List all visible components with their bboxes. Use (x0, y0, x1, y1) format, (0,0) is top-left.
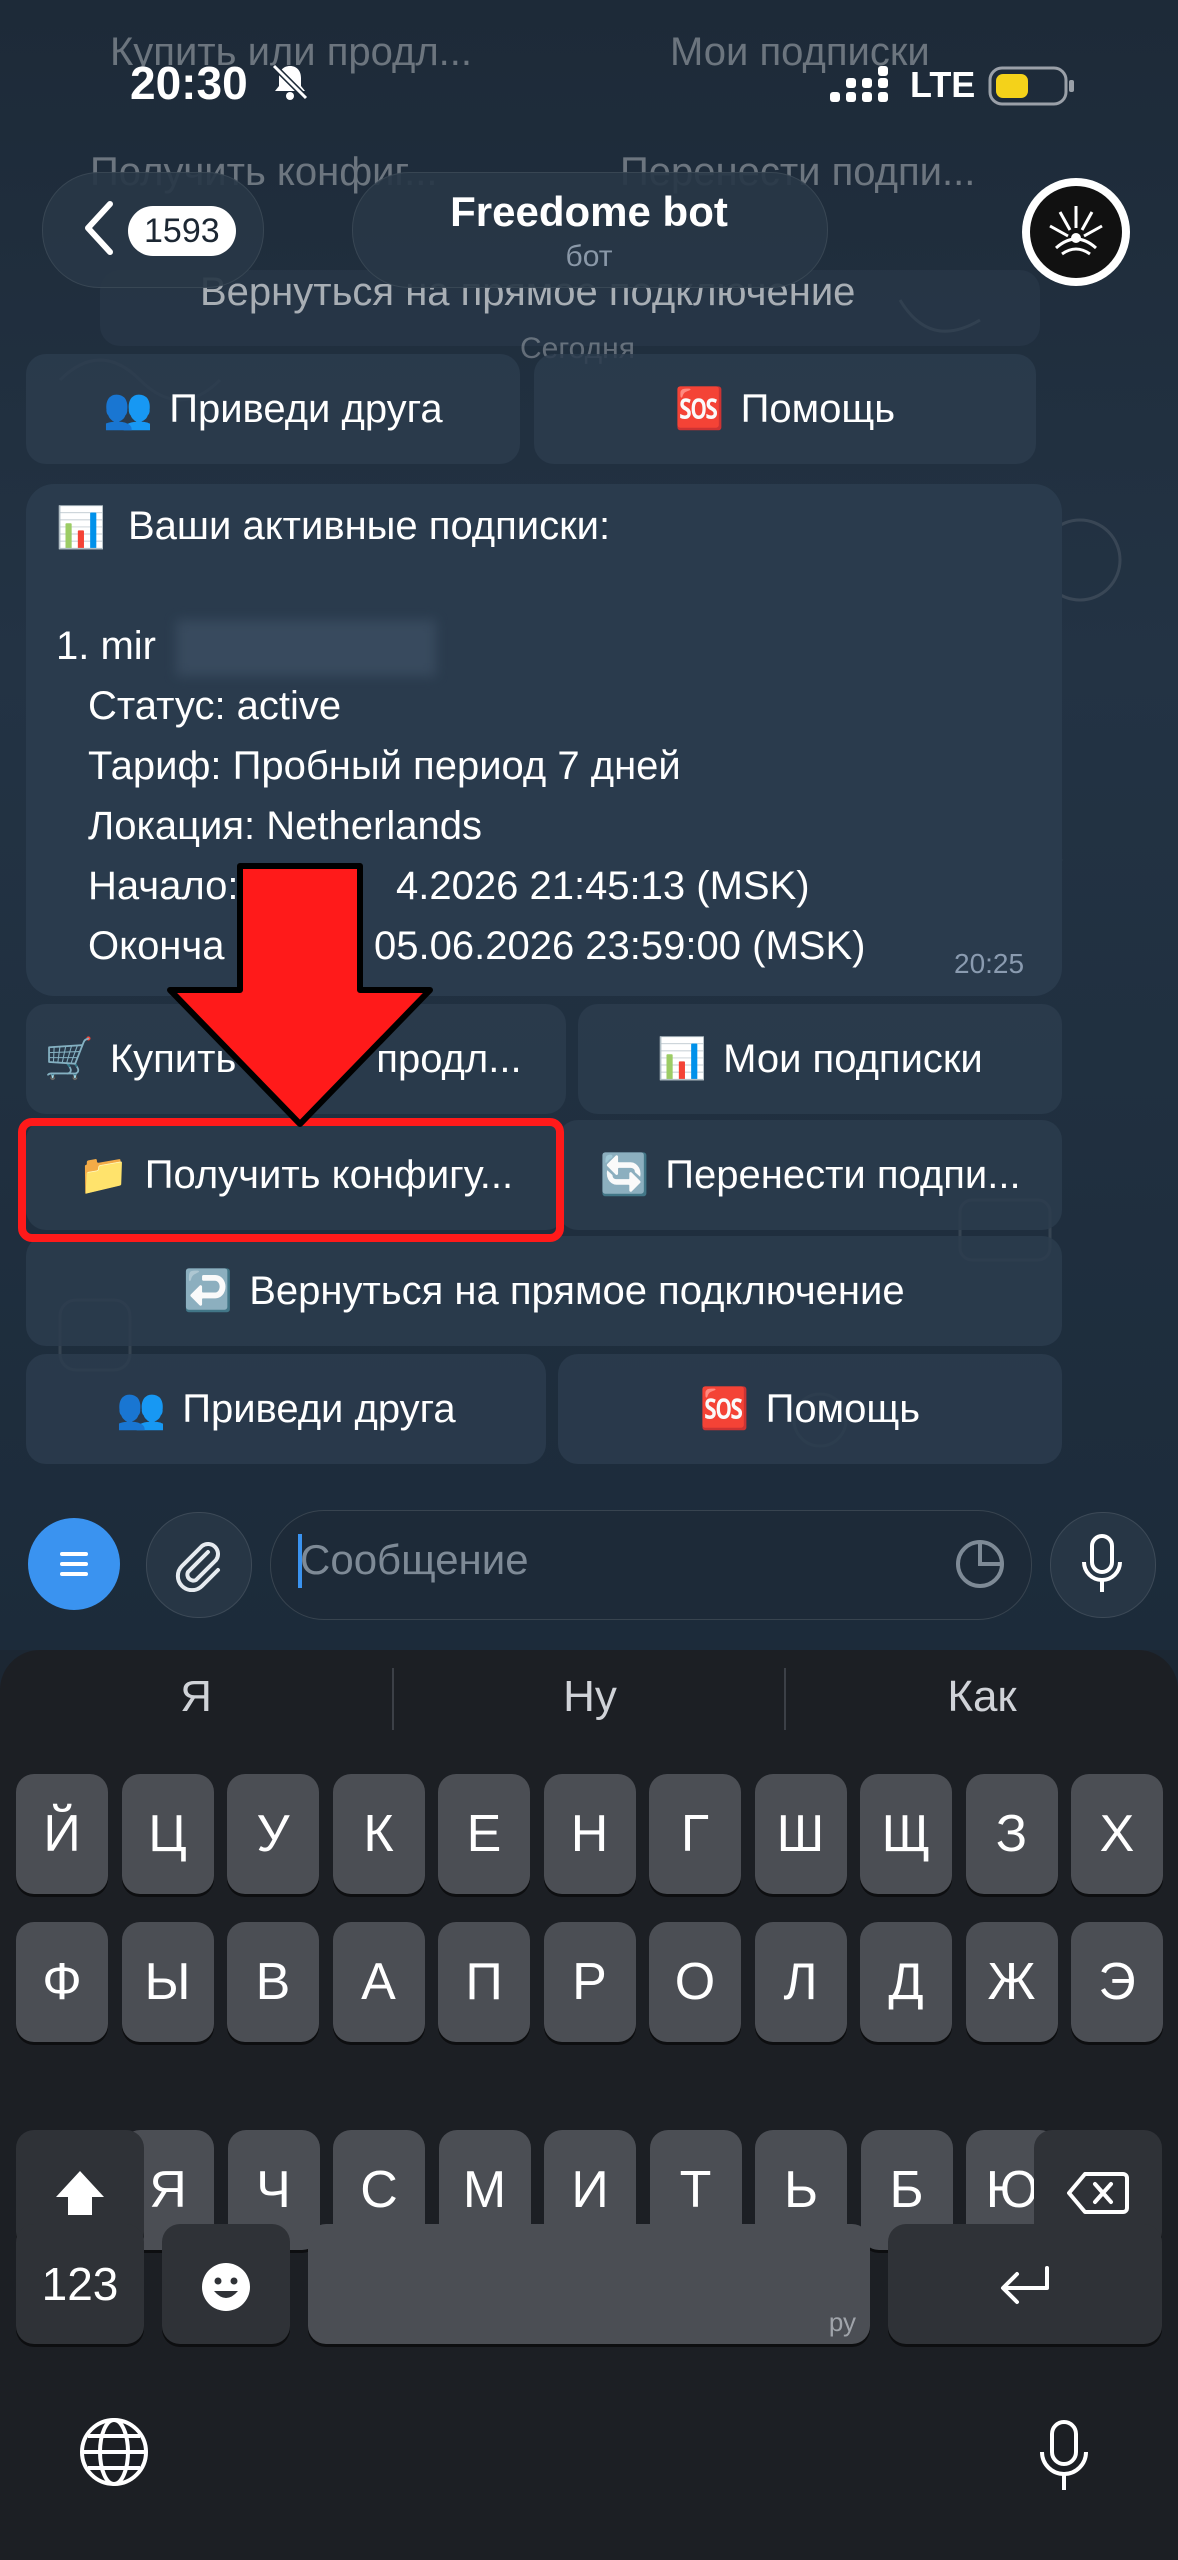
key-row1-7[interactable]: Ш (754, 1774, 847, 1894)
subscription-tariff: Тариф: Пробный период 7 дней (88, 744, 681, 788)
invite-friend-button[interactable]: 👥 Приведи друга (26, 1354, 546, 1464)
annotation-arrow-icon (167, 863, 433, 1127)
key-row2-9[interactable]: Ж (965, 1922, 1058, 2042)
return-direct-button[interactable]: ↩️ Вернуться на прямое подключение (26, 1236, 1062, 1346)
sticker-icon[interactable] (950, 1534, 1010, 1594)
return-arrow-icon: ↩️ (183, 1269, 234, 1313)
key-row1-2[interactable]: У (227, 1774, 319, 1894)
chart-icon: 📊 (657, 1037, 708, 1081)
key-row2-0[interactable]: Ф (16, 1922, 108, 2042)
key-row1-10[interactable]: Х (1071, 1774, 1163, 1894)
cart-icon: 🛒 (44, 1037, 94, 1081)
people-icon: 👥 (116, 1387, 167, 1431)
key-row1-9[interactable]: З (965, 1774, 1058, 1894)
transfer-subscription-button[interactable]: 🔄 Перенести подпи... (558, 1120, 1062, 1230)
key-row1-1[interactable]: Ц (121, 1774, 214, 1894)
message-time: 20:25 (954, 948, 1025, 979)
key-row1-3[interactable]: К (332, 1774, 425, 1894)
invite-friend-label-top: Приведи друга (169, 387, 443, 431)
key-row2-8[interactable]: Д (860, 1922, 952, 2042)
transfer-label: Перенести подпи... (665, 1153, 1021, 1197)
key-row1-6[interactable]: Г (649, 1774, 741, 1894)
subscription-end-value: 05.06.2026 23:59:00 (MSK) (374, 924, 866, 968)
key-row2-3[interactable]: А (332, 1922, 425, 2042)
paperclip-icon (175, 1542, 220, 1592)
key-row1-4[interactable]: Е (438, 1774, 530, 1894)
key-row2-5[interactable]: Р (543, 1922, 636, 2042)
subscription-start-value: 4.2026 21:45:13 (MSK) (396, 864, 810, 908)
my-subscriptions-button[interactable]: 📊 Мои подписки (578, 1004, 1062, 1114)
space-language-label: ру (828, 2307, 856, 2337)
key-row1-5[interactable]: Н (543, 1774, 636, 1894)
key-row2-4[interactable]: П (438, 1922, 530, 2042)
space-key[interactable]: ру (308, 2224, 870, 2344)
microphone-icon (1082, 1534, 1122, 1592)
chat-subtitle: бот (565, 240, 613, 273)
key-row2-2[interactable]: В (227, 1922, 319, 2042)
return-key[interactable] (888, 2224, 1162, 2344)
unread-count-badge: 1593 (128, 206, 236, 256)
help-button-top[interactable]: 🆘 Помощь (534, 354, 1036, 464)
menu-lines-icon (60, 1552, 88, 1576)
key-row2-10[interactable]: Э (1071, 1922, 1163, 2042)
emoji-key[interactable] (162, 2224, 290, 2344)
numbers-key[interactable]: 123 (16, 2224, 144, 2344)
help-label: Помощь (765, 1387, 921, 1431)
sos-icon: 🆘 (699, 1387, 750, 1431)
return-arrow-key-icon (1001, 2266, 1049, 2305)
invite-friend-button-top[interactable]: 👥 Приведи друга (26, 354, 520, 464)
invite-friend-label: Приведи друга (182, 1387, 456, 1431)
faded-buy-button: Купить или продл... (110, 30, 473, 74)
globe-icon[interactable] (76, 2414, 152, 2490)
chat-title: Freedome bot (450, 188, 728, 235)
battery-icon (988, 66, 1074, 106)
shift-arrow-icon (56, 2171, 104, 2216)
people-icon: 👥 (103, 387, 154, 431)
my-subscriptions-label: Мои подписки (723, 1037, 983, 1081)
bot-logo-icon (1049, 206, 1103, 256)
key-row2-1[interactable]: Ы (121, 1922, 214, 2042)
sync-icon: 🔄 (599, 1153, 650, 1197)
chart-icon: 📊 (56, 506, 106, 550)
key-row2-7[interactable]: Л (754, 1922, 847, 2042)
subscription-location: Локация: Netherlands (88, 804, 482, 848)
message-header: Ваши активные подписки: (128, 504, 611, 548)
help-label-top: Помощь (740, 387, 896, 431)
key-row1-8[interactable]: Щ (860, 1774, 952, 1894)
suggestion-1[interactable]: Я (0, 1672, 392, 1722)
chevron-left-icon (85, 201, 113, 255)
suggestion-3[interactable]: Как (786, 1672, 1178, 1722)
message-placeholder: Сообщение (300, 1536, 529, 1583)
subscription-status: Статус: active (88, 684, 342, 728)
redacted-name (176, 620, 436, 676)
return-direct-label: Вернуться на прямое подключение (249, 1269, 905, 1313)
subscription-name: 1. mir (56, 624, 156, 668)
dictation-microphone-icon[interactable] (1036, 2418, 1092, 2494)
annotation-highlight-box (18, 1118, 564, 1242)
help-button[interactable]: 🆘 Помощь (558, 1354, 1062, 1464)
key-row1-0[interactable]: Й (16, 1774, 108, 1894)
key-row2-6[interactable]: О (649, 1922, 741, 2042)
backspace-icon (1067, 2172, 1129, 2215)
suggestion-2[interactable]: Ну (394, 1672, 786, 1722)
sos-icon: 🆘 (674, 387, 725, 431)
smiley-icon (202, 2263, 250, 2312)
faded-my-subs-button: Мои подписки (670, 30, 930, 74)
